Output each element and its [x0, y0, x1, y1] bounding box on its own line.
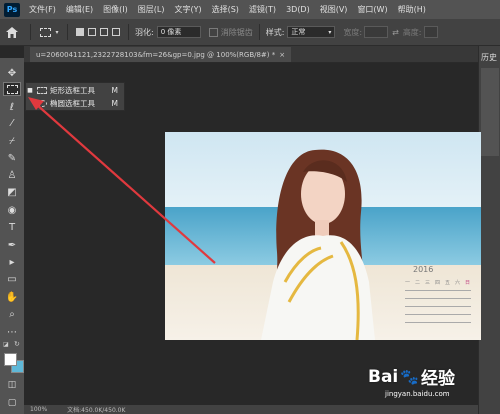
- zoom-level[interactable]: 100%: [30, 406, 47, 413]
- paw-icon: 🐾: [400, 367, 419, 386]
- status-bar: 100% 文档:450.0K/450.0K: [24, 405, 478, 414]
- watermark-brand: Bai: [368, 366, 399, 387]
- annotation-arrow: [28, 97, 216, 264]
- watermark-brand-suffix: 经验: [420, 369, 455, 389]
- watermark-url: jingyan.baidu.com: [385, 390, 450, 398]
- baidu-jingyan-watermark: Bai 🐾 经验: [368, 364, 455, 390]
- document-info: 文档:450.0K/450.0K: [67, 407, 126, 414]
